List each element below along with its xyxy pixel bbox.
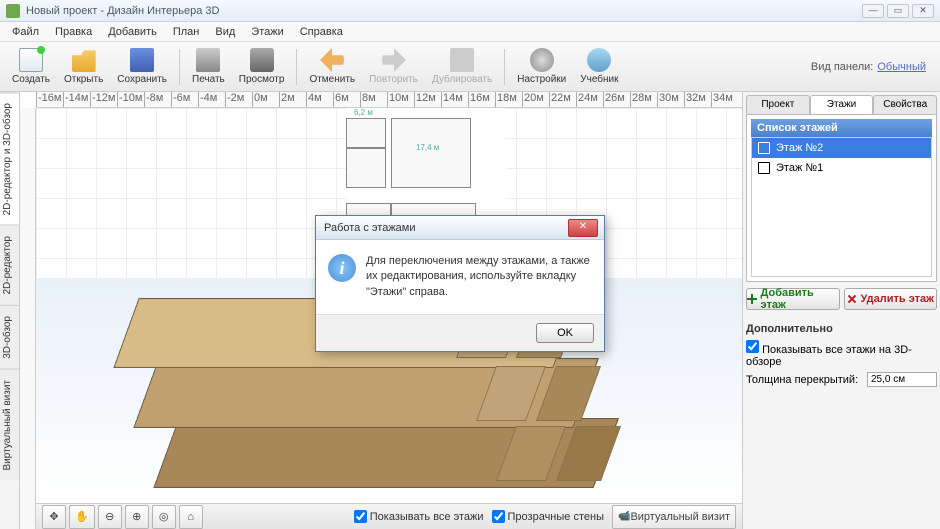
panel-mode-link[interactable]: Обычный — [877, 61, 926, 73]
print-button[interactable]: Печать — [186, 46, 231, 87]
floors-dialog: Работа с этажами ✕ i Для переключения ме… — [315, 215, 605, 352]
show-all-floors-checkbox[interactable]: Показывать все этажи — [354, 510, 484, 523]
menubar: Файл Правка Добавить План Вид Этажи Спра… — [0, 22, 940, 42]
delete-floor-button[interactable]: Удалить этаж — [844, 288, 938, 310]
window-title: Новый проект - Дизайн Интерьера 3D — [26, 5, 862, 17]
menu-edit[interactable]: Правка — [47, 24, 100, 40]
dialog-title: Работа с этажами — [324, 222, 416, 234]
window-titlebar: Новый проект - Дизайн Интерьера 3D — ▭ ✕ — [0, 0, 940, 22]
preview-button[interactable]: Просмотр — [233, 46, 291, 87]
dimension-label: 6,2 м — [354, 108, 373, 117]
menu-view[interactable]: Вид — [207, 24, 243, 40]
cursor-icon: ✥ — [49, 510, 58, 523]
floor-icon — [758, 142, 770, 154]
thickness-label: Толщина перекрытий: — [746, 374, 863, 386]
tab-floors[interactable]: Этажи — [810, 95, 874, 114]
minimize-button[interactable]: — — [862, 4, 884, 18]
floor-list-title: Список этажей — [751, 119, 932, 137]
info-icon: i — [328, 254, 356, 282]
main-toolbar: Создать Открыть Сохранить Печать Просмот… — [0, 42, 940, 92]
plus-icon — [747, 294, 757, 304]
zoom-in-3d-button[interactable]: ⊕ — [125, 505, 149, 529]
menu-floors[interactable]: Этажи — [243, 24, 291, 40]
settings-button[interactable]: Настройки — [511, 46, 572, 87]
extra-section-title: Дополнительно — [746, 320, 937, 338]
dialog-close-button[interactable]: ✕ — [568, 219, 598, 237]
target-icon: ◎ — [159, 510, 169, 523]
floor-item-2[interactable]: Этаж №2 — [752, 138, 931, 158]
zoom-out-icon: ⊖ — [105, 510, 114, 523]
bottombar: ✥ ✋ ⊖ ⊕ ◎ ⌂ Показывать все этажи Прозрач… — [36, 503, 742, 529]
tab-2d-editor[interactable]: 2D-редактор — [0, 225, 19, 305]
undo-button[interactable]: Отменить — [303, 46, 361, 87]
floor-list: Этаж №2 Этаж №1 — [751, 137, 932, 277]
save-button[interactable]: Сохранить — [111, 46, 173, 87]
tab-2d-3d[interactable]: 2D-редактор и 3D-обзор — [0, 92, 19, 225]
menu-plan[interactable]: План — [165, 24, 208, 40]
hand-icon: ✋ — [75, 510, 89, 523]
tab-virtual-visit[interactable]: Виртуальный визит — [0, 369, 19, 481]
ruler-horizontal: -16м-14м-12м-10м-8м-6м-4м-2м0м2м4м6м8м10… — [36, 92, 742, 108]
zoom-out-3d-button[interactable]: ⊖ — [98, 505, 122, 529]
new-button[interactable]: Создать — [6, 46, 56, 87]
help-button[interactable]: Учебник — [574, 46, 624, 87]
dialog-titlebar[interactable]: Работа с этажами ✕ — [316, 216, 604, 240]
panel-mode-label: Вид панели: — [811, 61, 873, 73]
floor-item-label: Этаж №1 — [776, 162, 823, 174]
show-all-3d-checkbox[interactable]: Показывать все этажи на 3D-обзоре — [746, 340, 937, 368]
tab-project[interactable]: Проект — [746, 95, 810, 114]
duplicate-button[interactable]: Дублировать — [426, 46, 498, 87]
close-button[interactable]: ✕ — [912, 4, 934, 18]
ruler-vertical — [20, 108, 36, 529]
zoom-in-icon: ⊕ — [132, 510, 141, 523]
home-icon: ⌂ — [187, 511, 194, 523]
view-tabs: 2D-редактор и 3D-обзор 2D-редактор 3D-об… — [0, 92, 20, 529]
floor-item-label: Этаж №2 — [776, 142, 823, 154]
dialog-message: Для переключения между этажами, а также … — [366, 254, 592, 300]
dialog-ok-button[interactable]: OK — [536, 323, 594, 343]
reset-3d-button[interactable]: ◎ — [152, 505, 176, 529]
add-floor-button[interactable]: Добавить этаж — [746, 288, 840, 310]
floor-item-1[interactable]: Этаж №1 — [752, 158, 931, 178]
home-3d-button[interactable]: ⌂ — [179, 505, 203, 529]
tab-properties[interactable]: Свойства — [873, 95, 937, 114]
open-button[interactable]: Открыть — [58, 46, 109, 87]
dimension-label: 17,4 м — [416, 143, 439, 152]
pan-button[interactable]: ✋ — [69, 505, 95, 529]
menu-add[interactable]: Добавить — [100, 24, 165, 40]
app-icon — [6, 4, 20, 18]
virtual-visit-button[interactable]: 📹 Виртуальный визит — [612, 505, 736, 529]
cursor-button[interactable]: ✥ — [42, 505, 66, 529]
maximize-button[interactable]: ▭ — [887, 4, 909, 18]
cross-icon — [847, 294, 857, 304]
menu-help[interactable]: Справка — [292, 24, 351, 40]
redo-button[interactable]: Повторить — [363, 46, 424, 87]
tab-3d-view[interactable]: 3D-обзор — [0, 305, 19, 369]
floor-icon — [758, 162, 770, 174]
right-panel: Проект Этажи Свойства Список этажей Этаж… — [742, 92, 940, 529]
transparent-walls-checkbox[interactable]: Прозрачные стены — [492, 510, 604, 523]
menu-file[interactable]: Файл — [4, 24, 47, 40]
thickness-input[interactable] — [867, 372, 937, 387]
